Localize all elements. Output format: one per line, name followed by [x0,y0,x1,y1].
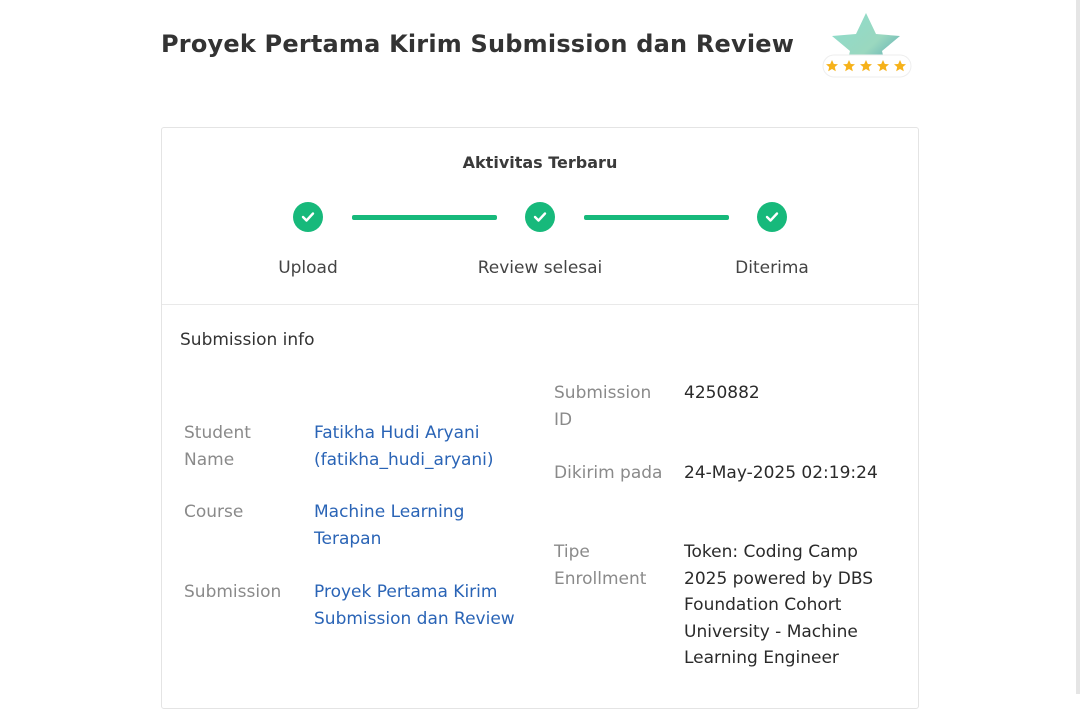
submission-id-value: 4250882 [684,383,760,403]
submitted-at-value: 24-May-2025 02:19:24 [684,463,878,483]
submission-info-title: Submission info [180,330,315,350]
activity-section: Aktivitas Terbaru Upload Review selesai … [162,128,918,305]
scrollbar[interactable] [1076,0,1080,694]
step-review-check-icon [525,202,555,232]
activity-title: Aktivitas Terbaru [462,153,618,172]
step-upload-check-icon [293,202,323,232]
course-link[interactable]: Machine Learning Terapan [314,499,504,552]
course-label: Course [184,502,244,522]
step-label-upload: Upload [278,258,338,278]
submission-link[interactable]: Proyek Pertama Kirim Submission dan Revi… [314,579,524,632]
student-name-label: Student Name [184,423,251,470]
step-connector [584,215,729,220]
submission-id-label: Submission ID [554,383,652,430]
student-name-link[interactable]: Fatikha Hudi Aryani (fatikha_hudi_aryani… [314,420,524,473]
submitted-at-label: Dikirim pada [554,463,663,483]
page-title: Proyek Pertama Kirim Submission dan Revi… [161,30,795,58]
rating-star-badge-icon [818,10,914,86]
enrollment-type-label: Tipe Enrollment [554,542,647,589]
enrollment-type-value: Token: Coding Camp 2025 powered by DBS F… [684,542,873,668]
submission-card: Aktivitas Terbaru Upload Review selesai … [161,127,919,709]
step-label-review: Review selesai [477,258,603,278]
step-label-accepted: Diterima [735,258,809,278]
step-accepted-check-icon [757,202,787,232]
submission-label: Submission [184,582,282,602]
step-connector [352,215,497,220]
